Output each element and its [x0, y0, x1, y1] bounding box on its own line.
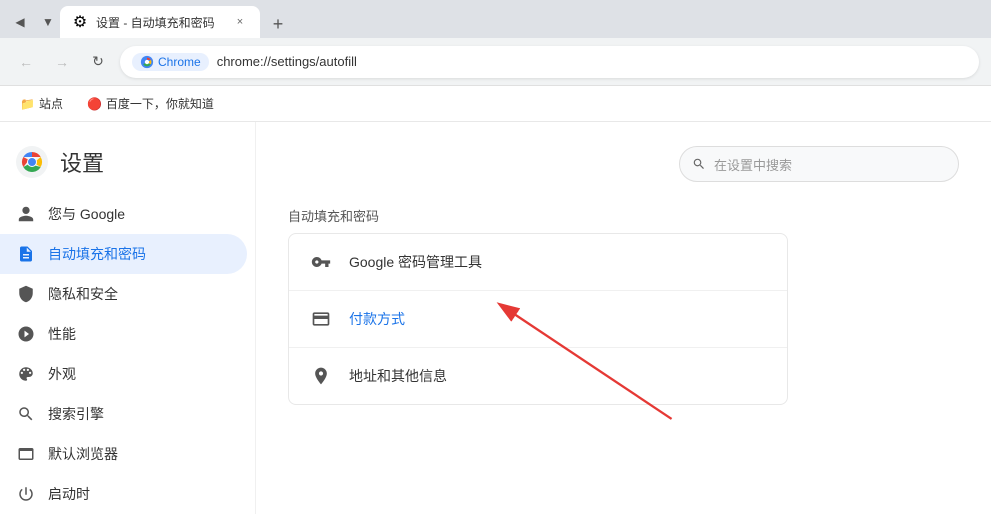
settings-main: 在设置中搜索 自动填充和密码 Google 密码管理工具 付款方式	[256, 122, 991, 514]
sidebar-item-startup[interactable]: 启动时	[0, 474, 247, 514]
settings-search-placeholder: 在设置中搜索	[714, 155, 792, 174]
sidebar-item-search[interactable]: 搜索引擎	[0, 394, 247, 434]
menu-row-address[interactable]: 地址和其他信息	[289, 348, 787, 404]
url-bar[interactable]: Chrome chrome://settings/autofill	[120, 46, 979, 78]
new-tab-button[interactable]: +	[264, 10, 292, 38]
section-title: 自动填充和密码	[288, 206, 959, 225]
pin-icon	[309, 364, 333, 388]
back-button[interactable]: ←	[12, 48, 40, 76]
sidebar-item-privacy[interactable]: 隐私和安全	[0, 274, 247, 314]
refresh-button[interactable]: ↻	[84, 48, 112, 76]
sidebar-item-search-label: 搜索引擎	[48, 404, 104, 424]
tab-bar-back-btn[interactable]: ◀	[8, 10, 32, 34]
shield-icon	[16, 284, 36, 304]
sidebar-item-appearance-label: 外观	[48, 364, 76, 384]
active-tab[interactable]: ⚙ 设置 - 自动填充和密码 ×	[60, 6, 260, 38]
forward-button[interactable]: →	[48, 48, 76, 76]
sidebar-item-performance[interactable]: 性能	[0, 314, 247, 354]
performance-icon	[16, 324, 36, 344]
autofill-menu-card: Google 密码管理工具 付款方式 地址和其他信息	[288, 233, 788, 405]
menu-row-passwords[interactable]: Google 密码管理工具	[289, 234, 787, 291]
payment-label: 付款方式	[349, 309, 405, 329]
chrome-logo	[16, 146, 48, 178]
address-bar: ← → ↻ Chrome chrome://settings/autofill	[0, 38, 991, 86]
bookmark-baidu-icon: 🔴	[87, 97, 102, 111]
bookmark-baidu-label: 百度一下，你就知道	[106, 95, 214, 112]
page-content: 设置 您与 Google 自动填充和密码 隐私和安全	[0, 122, 991, 514]
description-icon	[16, 244, 36, 264]
search-icon	[16, 404, 36, 424]
settings-search-bar[interactable]: 在设置中搜索	[679, 146, 959, 182]
settings-title: 设置	[60, 146, 104, 178]
browser-frame: ◀ ▼ ⚙ 设置 - 自动填充和密码 × + ← → ↻	[0, 0, 991, 514]
settings-search-icon	[692, 157, 706, 171]
bookmark-folder-icon: 📁	[20, 97, 35, 111]
sidebar-item-appearance[interactable]: 外观	[0, 354, 247, 394]
tab-favicon: ⚙	[72, 14, 88, 30]
sidebar-item-google-label: 您与 Google	[48, 204, 125, 224]
person-icon	[16, 204, 36, 224]
tab-title: 设置 - 自动填充和密码	[96, 14, 224, 31]
bookmark-sites[interactable]: 📁 站点	[12, 91, 71, 116]
sidebar-item-default-browser-label: 默认浏览器	[48, 444, 118, 464]
chrome-security-badge: Chrome	[132, 53, 209, 71]
tab-bar-dropdown-btn[interactable]: ▼	[36, 10, 60, 34]
bookmark-sites-label: 站点	[39, 95, 63, 112]
palette-icon	[16, 364, 36, 384]
chrome-icon	[140, 55, 154, 69]
menu-row-payment[interactable]: 付款方式	[289, 291, 787, 348]
sidebar-item-autofill[interactable]: 自动填充和密码	[0, 234, 247, 274]
bookmark-baidu[interactable]: 🔴 百度一下，你就知道	[79, 91, 222, 116]
card-icon	[309, 307, 333, 331]
chrome-label: Chrome	[158, 55, 201, 69]
tab-bar-left-controls: ◀ ▼	[8, 10, 60, 38]
tab-bar: ◀ ▼ ⚙ 设置 - 自动填充和密码 × +	[0, 0, 991, 38]
power-icon	[16, 484, 36, 504]
sidebar-item-autofill-label: 自动填充和密码	[48, 244, 146, 264]
bookmarks-bar: 📁 站点 🔴 百度一下，你就知道	[0, 86, 991, 122]
tab-list: ⚙ 设置 - 自动填充和密码 × +	[60, 6, 983, 38]
sidebar-item-privacy-label: 隐私和安全	[48, 284, 118, 304]
sidebar-item-startup-label: 启动时	[48, 484, 90, 504]
sidebar-item-default-browser[interactable]: 默认浏览器	[0, 434, 247, 474]
passwords-label: Google 密码管理工具	[349, 252, 482, 272]
tab-close-button[interactable]: ×	[232, 14, 248, 30]
key-icon	[309, 250, 333, 274]
browser-icon	[16, 444, 36, 464]
url-text: chrome://settings/autofill	[217, 54, 357, 69]
sidebar-item-google[interactable]: 您与 Google	[0, 194, 247, 234]
sidebar-item-performance-label: 性能	[48, 324, 76, 344]
address-label: 地址和其他信息	[349, 366, 447, 386]
settings-sidebar: 设置 您与 Google 自动填充和密码 隐私和安全	[0, 122, 256, 514]
settings-header: 设置	[0, 138, 255, 194]
